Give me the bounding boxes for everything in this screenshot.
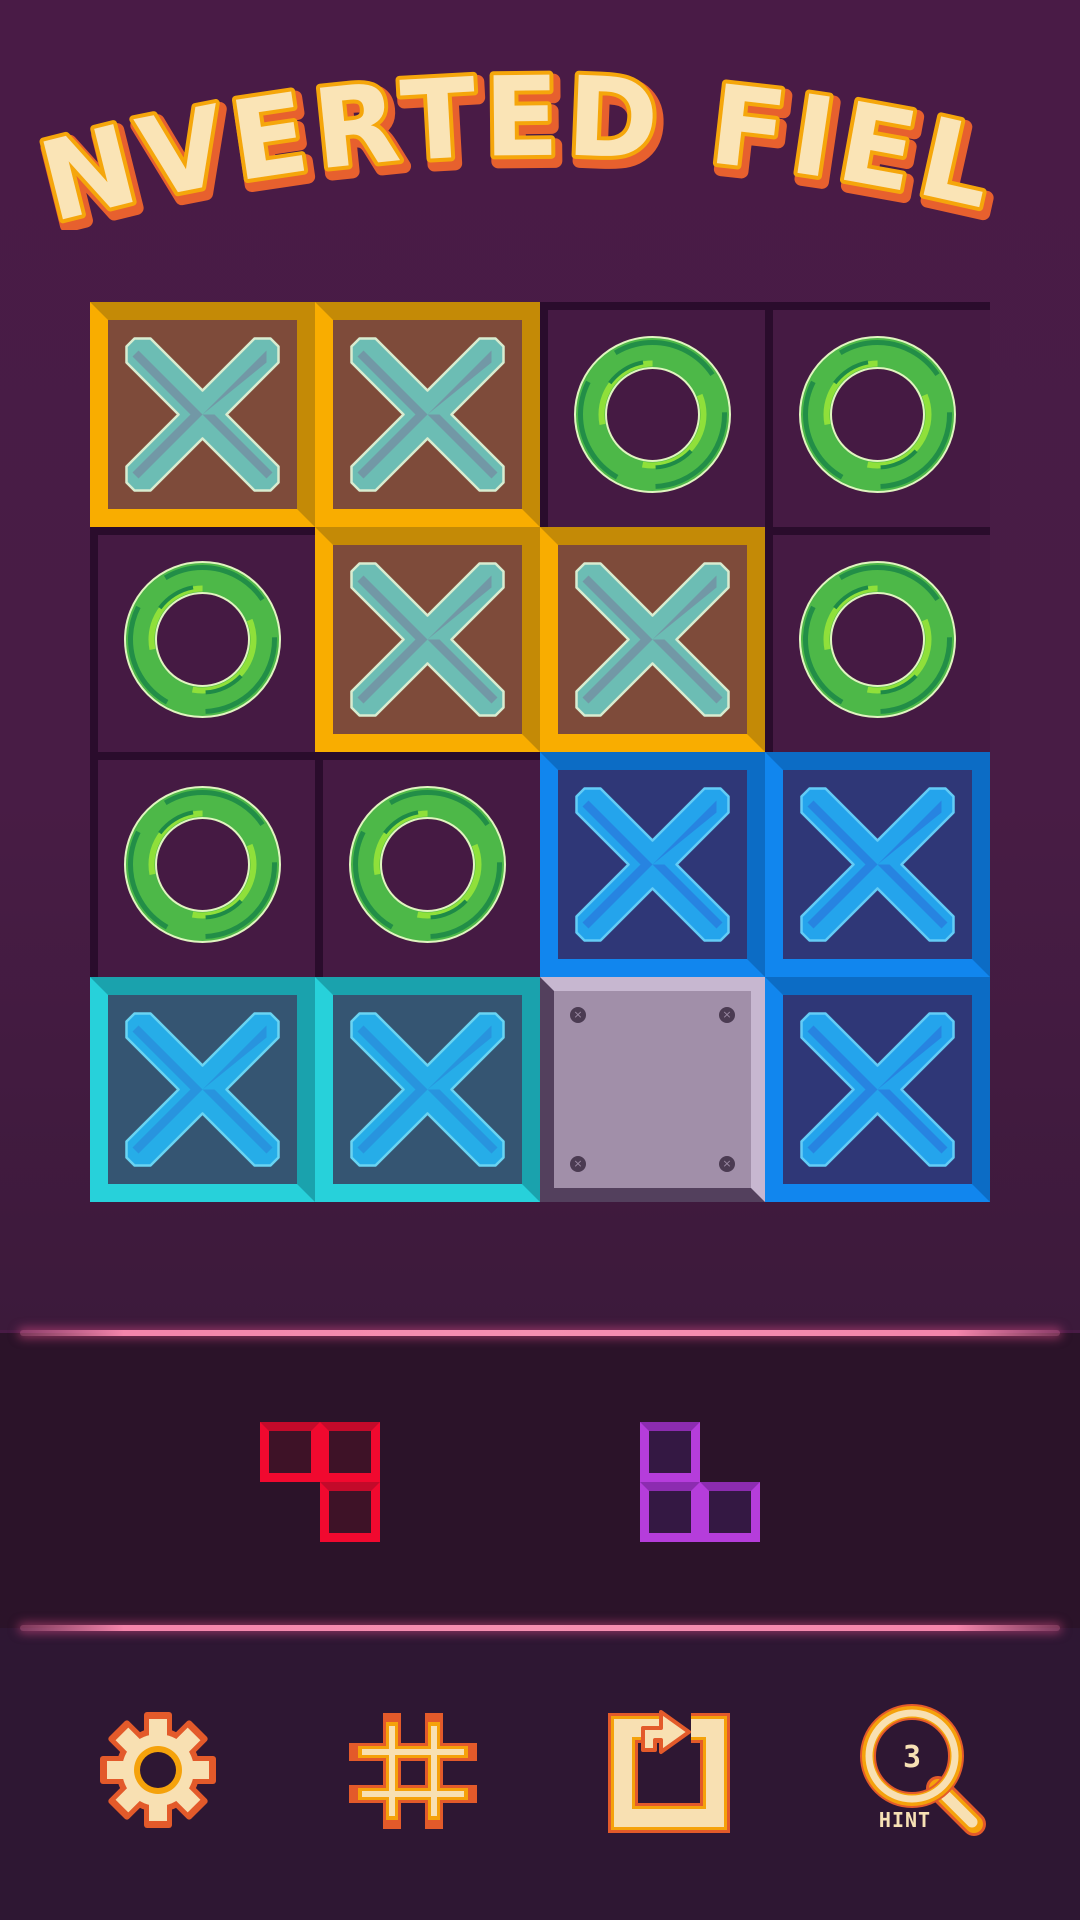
tray-top-divider (20, 1330, 1060, 1336)
board-cell-r4-c4[interactable] (765, 977, 990, 1202)
tray-bottom-divider (20, 1625, 1060, 1631)
board-cell-r2-c4[interactable] (765, 527, 990, 752)
bolt-icon: × (570, 1156, 586, 1172)
x-mark-icon (800, 1012, 955, 1167)
x-mark-icon (800, 787, 955, 942)
board-cell-r1-c4[interactable] (765, 302, 990, 527)
board-cell-r2-c3[interactable] (540, 527, 765, 752)
board-cell-r4-c3[interactable]: × × × × (540, 977, 765, 1202)
x-mark-icon (125, 1012, 280, 1167)
x-mark-icon (575, 787, 730, 942)
piece-cell (640, 1482, 700, 1542)
o-mark-icon (124, 786, 281, 943)
o-mark-icon (574, 336, 731, 493)
board-cell-r4-c1[interactable] (90, 977, 315, 1202)
bolt-icon: × (570, 1007, 586, 1023)
board-cell-r2-c1[interactable] (90, 527, 315, 752)
hint-button[interactable]: 3 HINT (858, 1700, 988, 1840)
gear-icon (100, 1712, 216, 1828)
o-mark-icon (124, 561, 281, 718)
piece-cell (260, 1422, 320, 1482)
board-cell-r1-c1[interactable] (90, 302, 315, 527)
settings-button[interactable] (93, 1700, 223, 1840)
piece-tray (0, 1333, 1080, 1628)
x-mark-icon (350, 337, 505, 492)
game-board: × × × × (90, 302, 990, 1202)
hint-label: HINT (878, 1808, 932, 1832)
restart-button[interactable] (603, 1700, 733, 1840)
o-mark-icon (799, 336, 956, 493)
level-title: INVERTED FIELD INVERTED FIELD (0, 0, 1080, 260)
bolt-icon: × (719, 1156, 735, 1172)
o-mark-icon (349, 786, 506, 943)
hint-count: 3 (902, 1740, 922, 1775)
piece-cell (640, 1422, 700, 1482)
board-cell-r2-c2[interactable] (315, 527, 540, 752)
restart-icon (608, 1710, 730, 1833)
board-cell-r3-c3[interactable] (540, 752, 765, 977)
piece-cell (320, 1482, 380, 1542)
piece-cell (320, 1422, 380, 1482)
x-mark-icon (575, 562, 730, 717)
level-title-svg: INVERTED FIELD INVERTED FIELD (0, 0, 1015, 260)
hash-grid-icon (349, 1713, 477, 1829)
o-mark-icon (799, 561, 956, 718)
board-cell-r3-c2[interactable] (315, 752, 540, 977)
x-mark-icon (350, 1012, 505, 1167)
stone-block: × × × × (540, 977, 765, 1202)
x-mark-icon (125, 337, 280, 492)
board-cell-r1-c3[interactable] (540, 302, 765, 527)
x-mark-icon (350, 562, 505, 717)
title-text: INVERTED FIELD (0, 60, 1010, 230)
board-cell-r3-c1[interactable] (90, 752, 315, 977)
board-cell-r1-c2[interactable] (315, 302, 540, 527)
board-cell-r4-c2[interactable] (315, 977, 540, 1202)
piece-cell (700, 1482, 760, 1542)
grid-button[interactable] (348, 1700, 478, 1840)
bolt-icon: × (719, 1007, 735, 1023)
board-cell-r3-c4[interactable] (765, 752, 990, 977)
